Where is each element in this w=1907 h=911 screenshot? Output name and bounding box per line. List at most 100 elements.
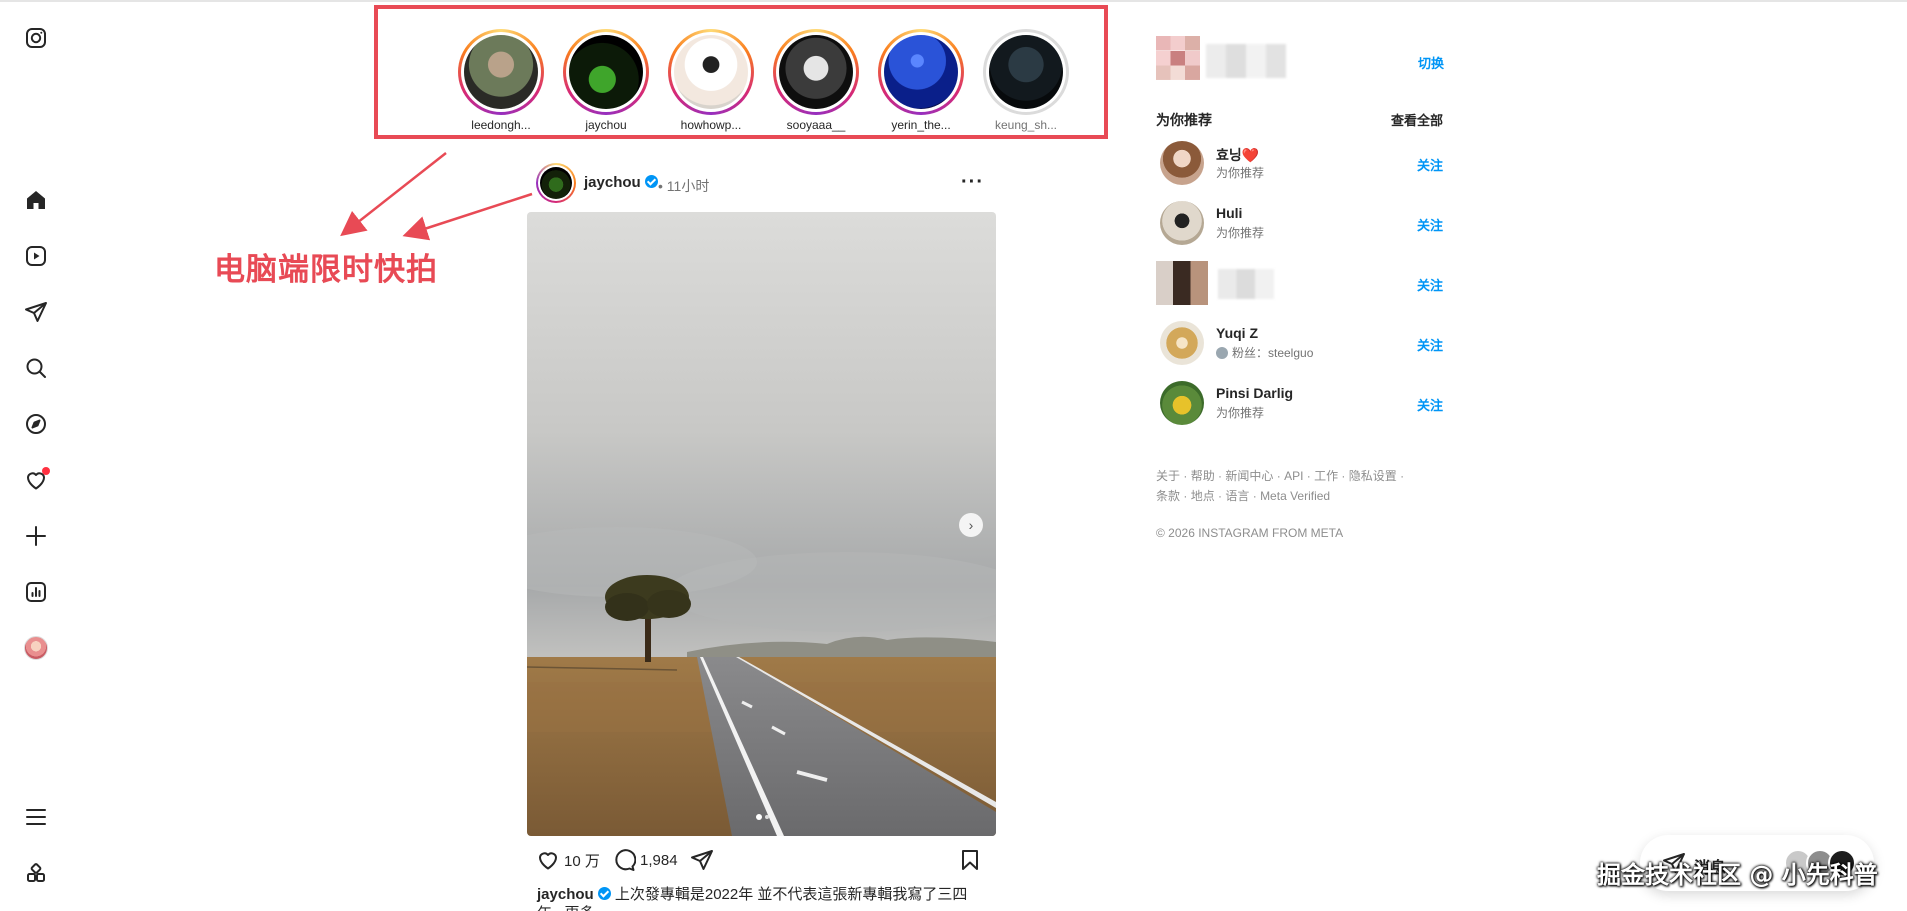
- story-item[interactable]: keung_sh...: [980, 29, 1072, 132]
- menu-hamburger-icon[interactable]: [22, 803, 50, 831]
- story-avatar: [779, 35, 853, 109]
- story-item[interactable]: howhowp...: [665, 29, 757, 132]
- story-avatar: [989, 35, 1063, 109]
- home-icon[interactable]: [22, 186, 50, 214]
- post-header: jaychou • 11小时 ···: [536, 161, 996, 205]
- story-item[interactable]: leedongh...: [455, 29, 547, 132]
- see-all-link[interactable]: 查看全部: [1391, 110, 1443, 129]
- story-ring: [668, 29, 754, 115]
- heart-icon: [539, 852, 557, 870]
- story-item[interactable]: jaychou: [560, 29, 652, 132]
- suggestion-avatar[interactable]: [1160, 201, 1204, 245]
- suggestion-avatar[interactable]: [1160, 321, 1204, 365]
- insights-chart-icon[interactable]: [22, 578, 50, 606]
- notification-dot: [42, 467, 50, 475]
- story-item[interactable]: sooyaaa__: [770, 29, 862, 132]
- post-image[interactable]: [527, 212, 996, 836]
- notifications-heart-icon[interactable]: [22, 466, 50, 494]
- profile-picture: [24, 636, 48, 660]
- footer-link[interactable]: 条款: [1156, 489, 1180, 503]
- suggestion-username[interactable]: Pinsi Darlig: [1216, 385, 1293, 401]
- instagram-logo-icon[interactable]: [22, 24, 50, 52]
- comment-bubble-icon: [615, 849, 636, 871]
- side-navigation: [0, 0, 72, 911]
- more-apps-icon[interactable]: [22, 859, 50, 887]
- suggestion-item: Yuqi Z 粉丝：steelguo 关注: [1156, 321, 1446, 369]
- story-ring: [458, 29, 544, 115]
- follow-button[interactable]: 关注: [1417, 395, 1443, 414]
- current-user-name-blurred: [1206, 44, 1286, 78]
- search-icon[interactable]: [22, 354, 50, 382]
- post-actions-bar: 10 万 1,984: [536, 848, 996, 876]
- bookmark-icon: [962, 850, 978, 870]
- switch-account-link[interactable]: 切换: [1418, 53, 1444, 72]
- footer-link[interactable]: 新闻中心: [1225, 469, 1273, 483]
- explore-compass-icon[interactable]: [22, 410, 50, 438]
- suggestion-item: Pinsi Darlig 为你推荐 关注: [1156, 381, 1446, 429]
- comment-count: 1,984: [640, 851, 678, 869]
- like-count: 10 万: [564, 852, 600, 870]
- story-username: sooyaaa__: [786, 118, 846, 132]
- like-button[interactable]: 10 万: [536, 848, 600, 872]
- current-user-avatar-blurred[interactable]: [1156, 36, 1200, 80]
- caption-username[interactable]: jaychou: [537, 886, 594, 903]
- footer-link[interactable]: 工作: [1314, 469, 1338, 483]
- follow-button[interactable]: 关注: [1417, 275, 1443, 294]
- post-username[interactable]: jaychou: [584, 174, 658, 191]
- story-item[interactable]: yerin_the...: [875, 29, 967, 132]
- suggestion-username[interactable]: Huli: [1216, 205, 1242, 221]
- post-timestamp: • 11小时: [658, 178, 710, 194]
- post-caption: jaychou 上次發專輯是2022年 並不代表這張新專輯我寫了三四年...更多: [537, 885, 977, 911]
- story-username: jaychou: [585, 118, 627, 132]
- story-ring: [773, 29, 859, 115]
- suggestion-avatar-blurred[interactable]: [1156, 261, 1208, 305]
- footer-links: 关于 · 帮助 · 新闻中心 · API · 工作 · 隐私设置 · 条款 · …: [1156, 469, 1405, 503]
- top-border: [0, 0, 1907, 2]
- post-author-avatar[interactable]: [536, 163, 576, 203]
- direct-messages-icon[interactable]: [22, 298, 50, 326]
- suggestion-reason: 为你推荐: [1216, 166, 1265, 180]
- story-username: yerin_the...: [891, 118, 951, 132]
- suggestion-avatar[interactable]: [1160, 381, 1204, 425]
- footer-link[interactable]: Meta Verified: [1260, 489, 1330, 503]
- story-username: keung_sh...: [994, 118, 1058, 132]
- annotation-label: 电脑端限时快拍: [214, 252, 438, 288]
- suggestion-username[interactable]: Yuqi Z: [1216, 325, 1258, 341]
- suggestion-name-blurred: [1218, 269, 1274, 299]
- footer-link[interactable]: 地点: [1191, 489, 1215, 503]
- suggestion-reason: 粉丝：steelguo: [1216, 344, 1313, 361]
- story-ring: [563, 29, 649, 115]
- story-avatar: [674, 35, 748, 109]
- share-button[interactable]: [690, 848, 714, 872]
- follow-button[interactable]: 关注: [1417, 215, 1443, 234]
- stories-highlight-box: leedongh... jaychou howhowp... sooyaaa__…: [374, 5, 1108, 139]
- suggestion-item: 효닝❤️ 为你推荐 关注: [1156, 141, 1446, 189]
- profile-avatar[interactable]: [22, 634, 50, 662]
- story-avatar: [569, 35, 643, 109]
- reels-icon[interactable]: [22, 242, 50, 270]
- suggestion-username[interactable]: 효닝❤️: [1216, 145, 1259, 165]
- watermark: 掘金技术社区 @ 小先科普: [1597, 861, 1878, 889]
- footer-link[interactable]: 语言: [1225, 489, 1249, 503]
- comment-button[interactable]: 1,984: [612, 848, 678, 872]
- suggestion-avatar[interactable]: [1160, 141, 1204, 185]
- suggestion-reason: 为你推荐: [1216, 406, 1265, 420]
- story-ring: [878, 29, 964, 115]
- follow-button[interactable]: 关注: [1417, 155, 1443, 174]
- mutual-follower-avatar: [1216, 347, 1228, 359]
- story-avatar: [884, 35, 958, 109]
- suggestion-item: Huli 为你推荐 关注: [1156, 201, 1446, 249]
- footer-link[interactable]: 帮助: [1191, 469, 1215, 483]
- save-button[interactable]: [958, 848, 982, 872]
- create-plus-icon[interactable]: [22, 522, 50, 550]
- copyright: © 2026 INSTAGRAM FROM META: [1156, 526, 1344, 540]
- footer-link[interactable]: 关于: [1156, 469, 1180, 483]
- follow-button[interactable]: 关注: [1417, 335, 1443, 354]
- story-username: howhowp...: [680, 118, 742, 132]
- footer-link[interactable]: 隐私设置: [1349, 469, 1397, 483]
- story-ring-seen: [983, 29, 1069, 115]
- more-options-button[interactable]: ···: [961, 171, 984, 194]
- footer-link[interactable]: API: [1284, 469, 1303, 483]
- next-slide-chevron-icon[interactable]: ›: [959, 513, 983, 537]
- suggestion-reason: 为你推荐: [1216, 226, 1265, 240]
